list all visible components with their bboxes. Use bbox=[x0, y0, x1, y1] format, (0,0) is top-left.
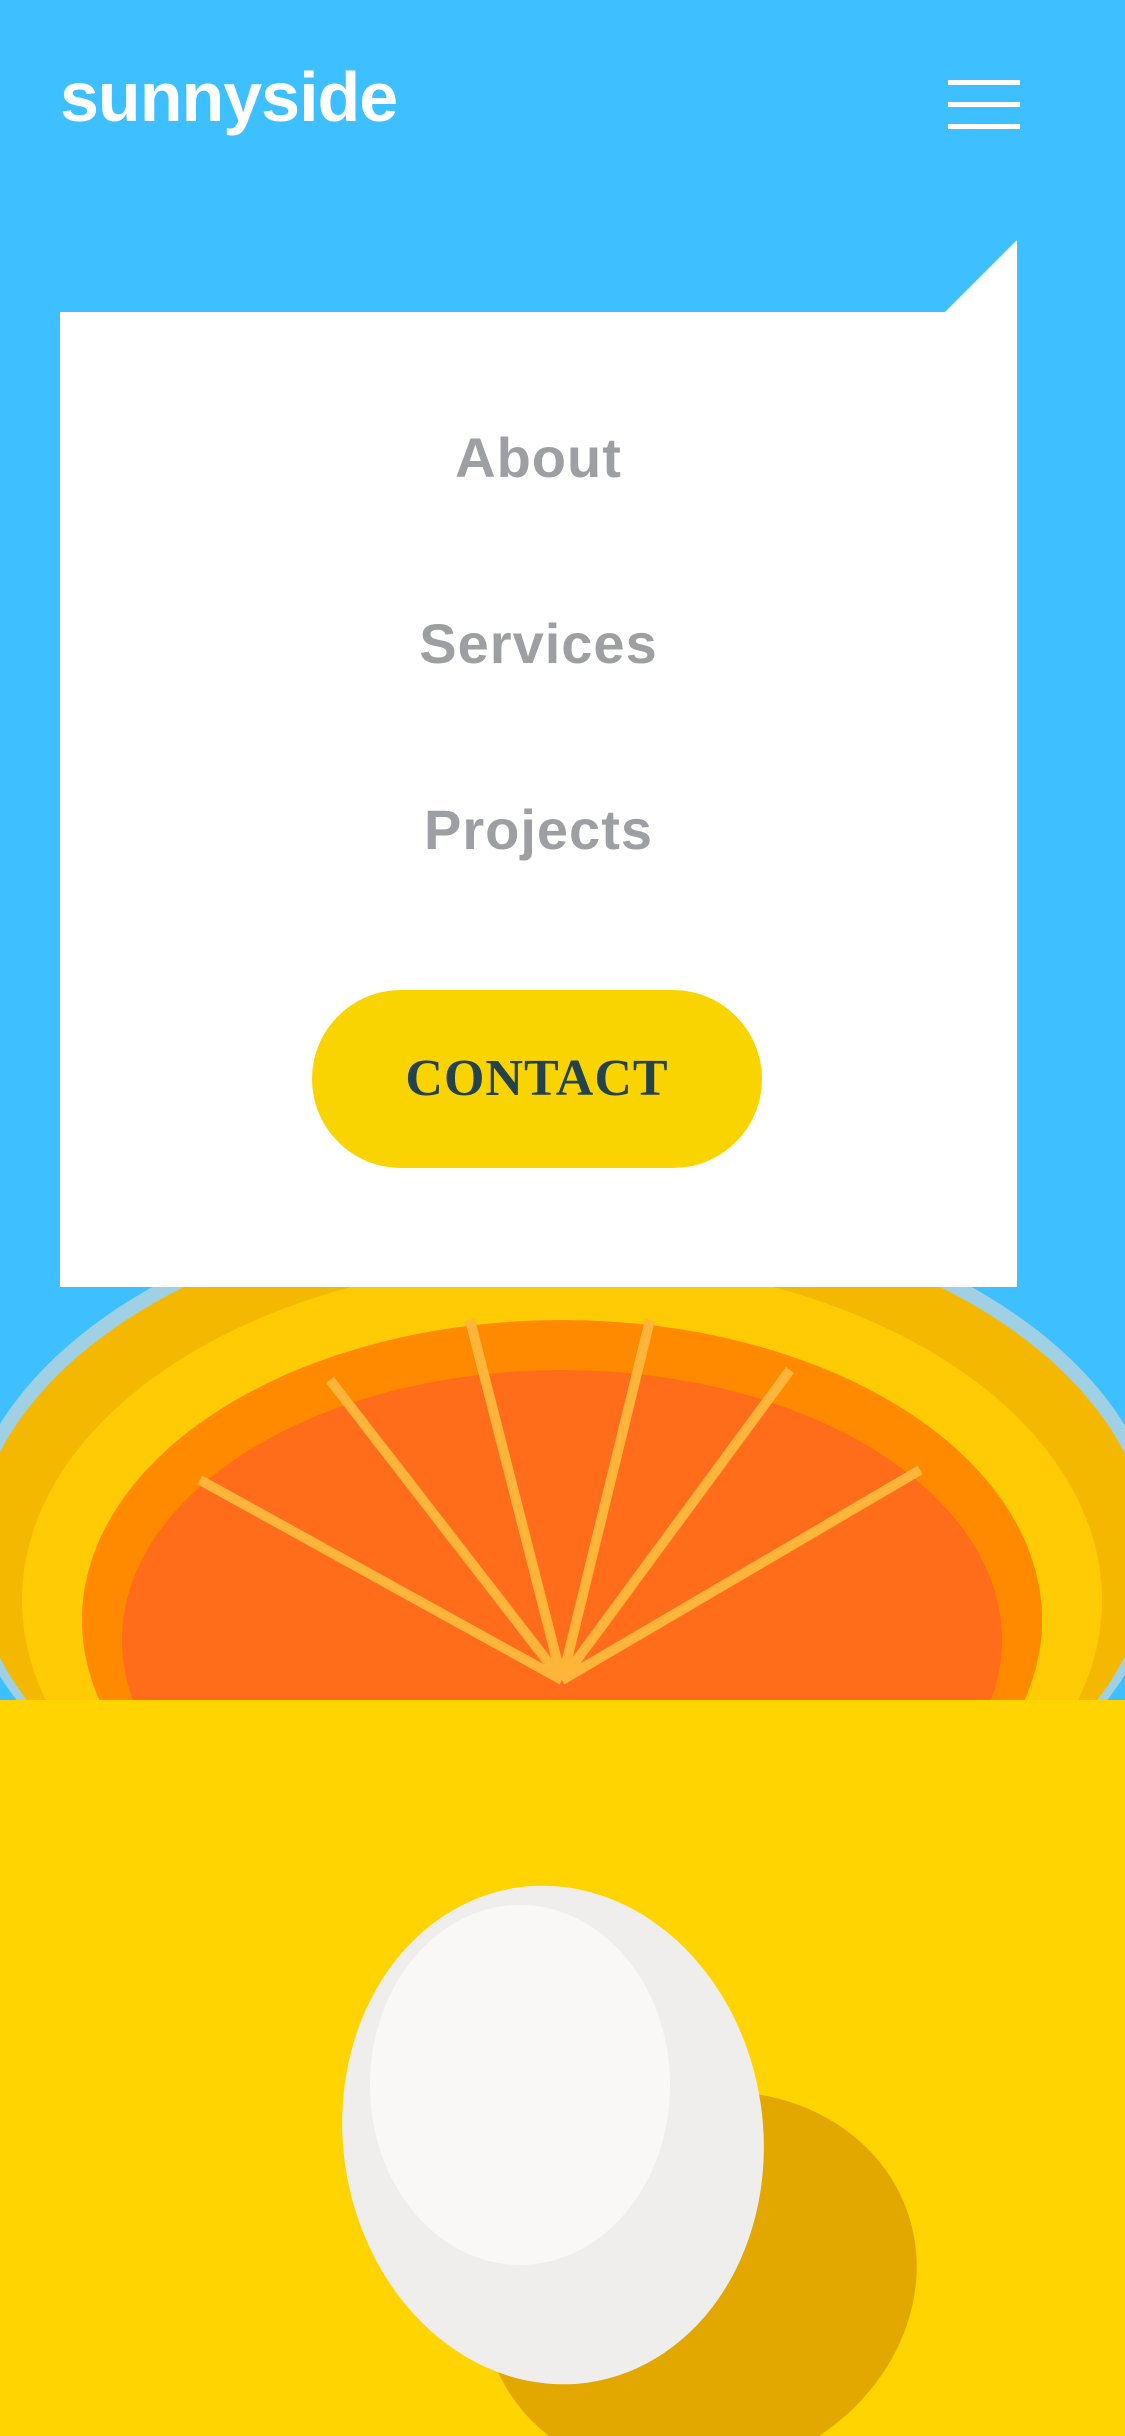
hero-section: sunnyside About Services Projects CONTAC… bbox=[0, 0, 1125, 1705]
hamburger-menu-icon[interactable] bbox=[948, 78, 1020, 134]
mobile-nav-menu: About Services Projects CONTACT bbox=[60, 312, 1017, 1287]
hamburger-line-top bbox=[948, 80, 1020, 85]
white-egg-image bbox=[0, 1705, 1125, 2436]
contact-button[interactable]: CONTACT bbox=[312, 990, 762, 1168]
hamburger-line-bottom bbox=[948, 124, 1020, 129]
nav-link-about[interactable]: About bbox=[60, 430, 1017, 486]
top-navigation-bar: sunnyside bbox=[0, 0, 1125, 220]
hamburger-line-middle bbox=[948, 102, 1020, 107]
nav-link-services[interactable]: Services bbox=[60, 616, 1017, 672]
nav-link-projects[interactable]: Projects bbox=[60, 802, 1017, 858]
feature-image-panel bbox=[0, 1705, 1125, 2436]
sunnyside-logo[interactable]: sunnyside bbox=[60, 62, 398, 132]
